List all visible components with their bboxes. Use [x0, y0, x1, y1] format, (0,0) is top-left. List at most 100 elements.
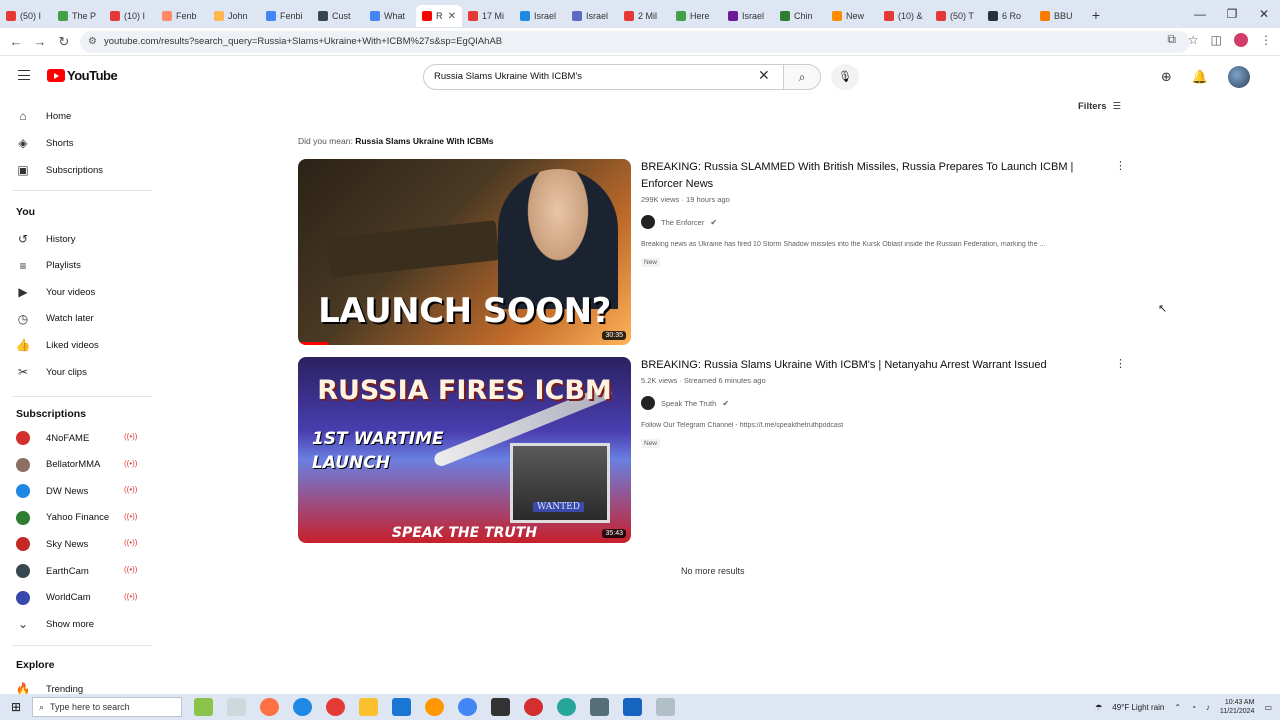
sidebar-item-history[interactable]: ↺ History	[16, 232, 76, 246]
new-tab-button[interactable]: +	[1086, 7, 1106, 23]
browser-tab[interactable]: Fenb	[156, 5, 208, 27]
menu-icon[interactable]	[18, 70, 30, 80]
back-icon[interactable]: ←	[4, 34, 28, 49]
browser-tab[interactable]: Cust	[312, 5, 364, 27]
minimize-icon[interactable]: —	[1184, 7, 1216, 21]
close-tab-icon[interactable]: ✕	[448, 11, 456, 22]
weather-text[interactable]: 49°F Light rain	[1112, 703, 1164, 712]
browser-tab[interactable]: Israel	[566, 5, 618, 27]
browser-tab[interactable]: Israel	[722, 5, 774, 27]
weather-icon[interactable]: ☂	[1095, 703, 1102, 712]
browser-tab[interactable]: BBU	[1034, 5, 1086, 27]
sidebar-item-earthcam[interactable]: EarthCam	[16, 564, 89, 578]
browser-tab[interactable]: Chin	[774, 5, 826, 27]
browser-tab[interactable]: (10) &	[878, 5, 930, 27]
app-icon[interactable]	[425, 698, 444, 716]
browser-tab[interactable]: Israel	[514, 5, 566, 27]
app-icon[interactable]	[491, 698, 510, 716]
close-window-icon[interactable]: ✕	[1248, 7, 1280, 21]
did-you-mean-suggestion[interactable]: Russia Slams Ukraine With ICBMs	[355, 136, 493, 146]
browser-tab[interactable]: What	[364, 5, 416, 27]
browser-tab[interactable]: 17 Mi	[462, 5, 514, 27]
browser-tab[interactable]: (50) I	[0, 5, 52, 27]
file-explorer-icon[interactable]	[359, 698, 378, 716]
network-icon[interactable]: ◔	[1191, 703, 1196, 712]
browser-tab[interactable]: 2 Mil	[618, 5, 670, 27]
sidebar-item-playlists[interactable]: ≡ Playlists	[16, 259, 80, 273]
mail-icon[interactable]	[392, 698, 411, 716]
windows-start-icon[interactable]: ⊞	[0, 700, 32, 714]
user-avatar[interactable]	[1228, 66, 1250, 88]
extensions-icon[interactable]: ◫	[1211, 33, 1222, 47]
more-actions-icon[interactable]: ⋮	[1115, 357, 1126, 370]
browser-tab[interactable]: Here	[670, 5, 722, 27]
bookmark-star-icon[interactable]: ☆	[1188, 33, 1199, 47]
channel-avatar[interactable]	[641, 396, 655, 410]
video-thumbnail[interactable]: RUSSIA FIRES ICBM 1ST WARTIME LAUNCH WAN…	[298, 357, 631, 543]
browser-tab[interactable]: (10) I	[104, 5, 156, 27]
browser-tab[interactable]: R ✕	[416, 5, 462, 27]
video-thumbnail[interactable]: LAUNCH SOON? 30:35	[298, 159, 631, 345]
search-button[interactable]: ⌕	[783, 64, 821, 90]
edge-icon[interactable]	[293, 698, 312, 716]
channel-link[interactable]: Speak The Truth ✔	[641, 396, 729, 410]
browser-tab[interactable]: 6 Ro	[982, 5, 1034, 27]
sidebar-item-4nofame[interactable]: 4NoFAME	[16, 431, 89, 445]
taskbar-search[interactable]: ⌕ Type here to search	[32, 697, 182, 717]
browser-tab[interactable]: New	[826, 5, 878, 27]
restore-icon[interactable]: ❐	[1216, 7, 1248, 21]
browser-tab[interactable]: (50) T	[930, 5, 982, 27]
channel-name[interactable]: Speak The Truth	[661, 399, 716, 408]
you-heading[interactable]: You	[16, 206, 35, 218]
sidebar-item-sky-news[interactable]: Sky News	[16, 537, 88, 552]
search-input[interactable]: Russia Slams Ukraine With ICBM's	[423, 64, 785, 90]
url-field[interactable]: ⚙ youtube.com/results?search_query=Russi…	[80, 31, 1190, 53]
sidebar-item-dw-news[interactable]: DW News	[16, 484, 88, 499]
channel-link[interactable]: The Enforcer ✔	[641, 215, 717, 229]
app-icon[interactable]	[656, 698, 675, 716]
sidebar-item-home[interactable]: ⌂ Home	[16, 109, 71, 123]
browser-profile-avatar[interactable]	[1234, 32, 1248, 47]
task-view-icon[interactable]	[227, 698, 246, 716]
voice-search-button[interactable]: 🎙	[831, 64, 859, 90]
chrome-icon[interactable]	[326, 698, 345, 716]
app-icon[interactable]	[260, 698, 279, 716]
notification-center-icon[interactable]: ▭	[1264, 703, 1272, 712]
app-icon[interactable]	[194, 698, 213, 716]
sidebar-item-show-more[interactable]: ⌄ Show more	[16, 617, 94, 631]
sidebar-item-watch-later[interactable]: ◷ Watch later	[16, 312, 94, 326]
opera-icon[interactable]	[524, 698, 543, 716]
sidebar-item-liked-videos[interactable]: 👍 Liked videos	[16, 338, 99, 352]
video-title[interactable]: BREAKING: Russia SLAMMED With British Mi…	[641, 159, 1101, 193]
channel-name[interactable]: The Enforcer	[661, 218, 704, 227]
sidebar-item-your-clips[interactable]: ✂ Your clips	[16, 365, 87, 379]
sidebar-item-yahoo-finance[interactable]: Yahoo Finance	[16, 510, 109, 525]
sidebar-item-your-videos[interactable]: ▶ Your videos	[16, 285, 95, 299]
video-title[interactable]: BREAKING: Russia Slams Ukraine With ICBM…	[641, 357, 1101, 374]
browser-tab[interactable]: The P	[52, 5, 104, 27]
volume-icon[interactable]: ♪	[1206, 703, 1210, 712]
filters-button[interactable]: Filters ☰	[1078, 101, 1121, 112]
sidebar-item-shorts[interactable]: ◈ Shorts	[16, 136, 73, 150]
clock[interactable]: 10:43 AM 11/21/2024	[1220, 698, 1255, 716]
more-actions-icon[interactable]: ⋮	[1115, 159, 1126, 172]
browser-tab[interactable]: John	[208, 5, 260, 27]
youtube-logo[interactable]: YouTube	[47, 68, 118, 83]
create-icon[interactable]: ⊕	[1161, 69, 1172, 85]
forward-icon[interactable]: →	[28, 34, 52, 49]
site-info-icon[interactable]: ⚙	[88, 31, 97, 53]
chevron-up-icon[interactable]: ⌃	[1174, 703, 1181, 712]
browser-tab[interactable]: Fenbi	[260, 5, 312, 27]
app-icon[interactable]	[557, 698, 576, 716]
sidebar-item-bellatormma[interactable]: BellatorMMA	[16, 457, 100, 472]
sidebar-item-trending[interactable]: 🔥 Trending	[16, 682, 84, 694]
browser-menu-icon[interactable]: ⋮	[1260, 33, 1272, 47]
install-icon[interactable]: ⧉	[1167, 32, 1176, 47]
chrome-alt-icon[interactable]	[458, 698, 477, 716]
sidebar-item-subscriptions[interactable]: ▣ Subscriptions	[16, 163, 103, 177]
clear-search-icon[interactable]: ✕	[758, 67, 770, 84]
channel-avatar[interactable]	[641, 215, 655, 229]
app-icon[interactable]	[623, 698, 642, 716]
notifications-bell-icon[interactable]: 🔔	[1192, 69, 1208, 85]
app-icon[interactable]	[590, 698, 609, 716]
